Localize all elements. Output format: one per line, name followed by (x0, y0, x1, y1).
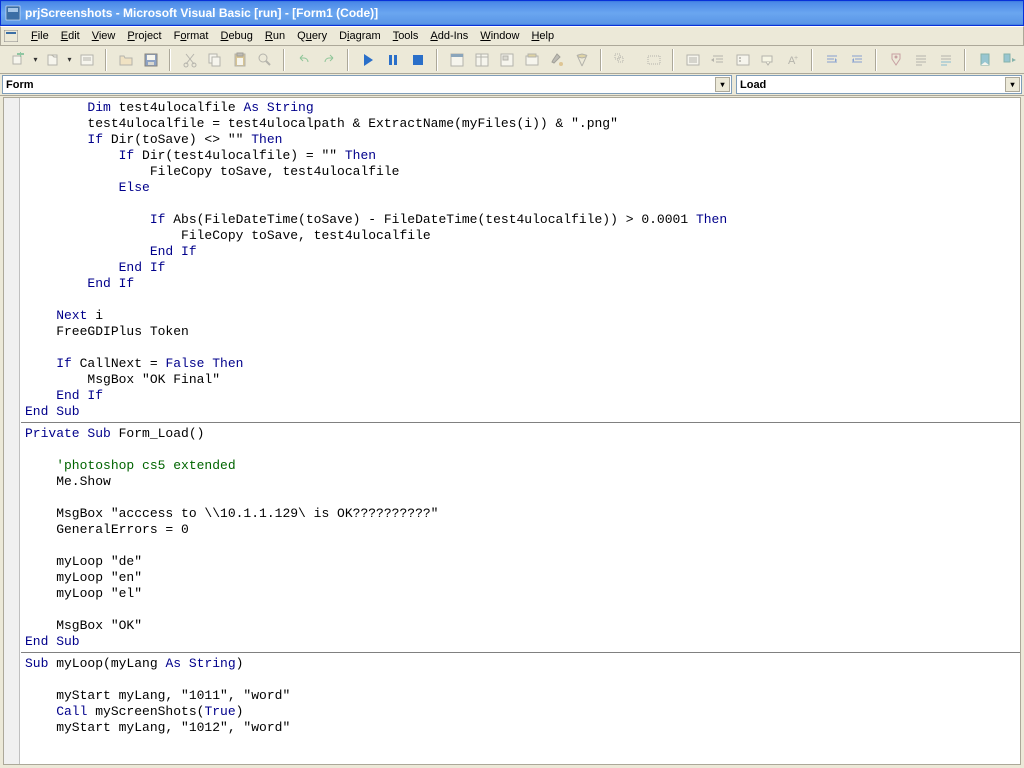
indent-button[interactable] (845, 49, 868, 71)
window-title: prjScreenshots - Microsoft Visual Basic … (25, 6, 378, 20)
dropdown-icon[interactable]: ▾ (1005, 77, 1020, 92)
size-display (642, 49, 665, 71)
find-button[interactable] (253, 49, 276, 71)
menu-editor-button[interactable] (75, 49, 98, 71)
list-const-button[interactable] (731, 49, 754, 71)
menu-bar: FFileile Edit View Project Format Debug … (0, 26, 1024, 46)
menu-window[interactable]: Window (474, 28, 525, 44)
object-selector-value: Form (6, 79, 34, 91)
redo-button[interactable] (317, 49, 340, 71)
project-explorer-button[interactable] (445, 49, 468, 71)
menu-tools[interactable]: Tools (387, 28, 425, 44)
open-button[interactable] (114, 49, 137, 71)
bookmark-button[interactable] (973, 49, 996, 71)
mdi-control-icon[interactable] (3, 29, 19, 43)
menu-help[interactable]: Help (525, 28, 560, 44)
comment-button[interactable] (909, 49, 932, 71)
code-editor: Dim test4ulocalfile As String test4uloca… (0, 96, 1024, 768)
dropdown-icon[interactable]: ▾ (715, 77, 730, 92)
menu-diagram[interactable]: Diagram (333, 28, 387, 44)
start-button[interactable] (356, 49, 379, 71)
title-bar: prjScreenshots - Microsoft Visual Basic … (0, 0, 1024, 26)
menu-format[interactable]: Format (168, 28, 215, 44)
menu-query[interactable]: Query (291, 28, 333, 44)
code-pane[interactable]: Dim test4ulocalfile As String test4uloca… (21, 98, 1020, 764)
properties-button[interactable] (470, 49, 493, 71)
procedure-selector-value: Load (740, 79, 766, 91)
breakpoint-button[interactable] (884, 49, 907, 71)
vb-app-icon (5, 5, 21, 21)
code-navigation-bar: Form ▾ Load ▾ (0, 74, 1024, 96)
object-selector[interactable]: Form ▾ (2, 75, 732, 94)
menu-file[interactable]: FFileile (25, 28, 55, 44)
coord-display (609, 49, 632, 71)
copy-button[interactable] (203, 49, 226, 71)
menu-view[interactable]: View (86, 28, 122, 44)
menu-addins[interactable]: Add-Ins (424, 28, 474, 44)
add-project-button[interactable] (7, 49, 30, 71)
break-button[interactable] (381, 49, 404, 71)
form-layout-button[interactable] (495, 49, 518, 71)
data-view-button[interactable] (570, 49, 593, 71)
menu-edit[interactable]: Edit (55, 28, 86, 44)
dropdown-icon[interactable]: ▾ (31, 55, 40, 64)
menu-project[interactable]: Project (121, 28, 167, 44)
paste-button[interactable] (228, 49, 251, 71)
standard-toolbar: ▾ ▾ (0, 46, 1024, 74)
uncomment-button[interactable] (934, 49, 957, 71)
undo-button[interactable] (292, 49, 315, 71)
cut-button[interactable] (178, 49, 201, 71)
object-browser-button[interactable] (520, 49, 543, 71)
code-content[interactable]: Dim test4ulocalfile As String test4uloca… (21, 98, 1020, 738)
next-bookmark-button[interactable] (998, 49, 1021, 71)
save-button[interactable] (139, 49, 162, 71)
param-info-button[interactable]: A+ (781, 49, 804, 71)
margin-indicator-bar[interactable] (4, 98, 20, 764)
end-button[interactable] (406, 49, 429, 71)
outdent-button[interactable] (820, 49, 843, 71)
menu-run[interactable]: Run (259, 28, 291, 44)
procedure-selector[interactable]: Load ▾ (736, 75, 1022, 94)
svg-text:+: + (794, 55, 798, 62)
indent-out-button[interactable] (706, 49, 729, 71)
dropdown-icon[interactable]: ▾ (65, 55, 74, 64)
add-item-button[interactable] (41, 49, 64, 71)
menu-debug[interactable]: Debug (214, 28, 258, 44)
quick-info-button[interactable] (756, 49, 779, 71)
list-props-button[interactable] (681, 49, 704, 71)
toolbox-button[interactable] (545, 49, 568, 71)
